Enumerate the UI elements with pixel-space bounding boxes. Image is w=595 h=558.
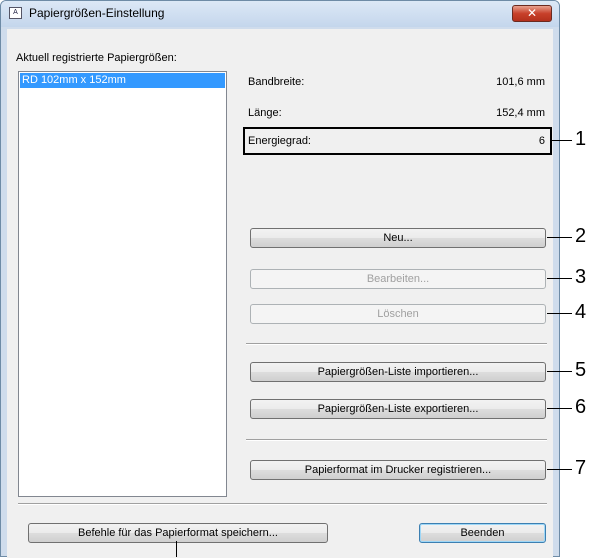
callout-line <box>547 313 572 314</box>
callout-line <box>547 278 572 279</box>
callout-line <box>547 371 572 372</box>
import-list-button[interactable]: Papiergrößen-Liste importieren... <box>250 362 546 382</box>
export-list-button[interactable]: Papiergrößen-Liste exportieren... <box>250 399 546 419</box>
callout-line <box>552 140 572 141</box>
app-icon: A <box>9 7 22 19</box>
tape-width-value: 101,6 mm <box>496 76 545 88</box>
list-item[interactable]: RD 102mm x 152mm <box>20 73 225 88</box>
delete-button[interactable]: Löschen <box>250 304 546 324</box>
length-label: Länge: <box>248 107 282 119</box>
title-bar: A Papiergrößen-Einstellung ✕ <box>1 1 559 27</box>
dialog-body: Aktuell registrierte Papiergrößen: RD 10… <box>7 29 553 558</box>
length-value: 152,4 mm <box>496 107 545 119</box>
close-button[interactable]: Beenden <box>419 523 546 543</box>
energy-level-value: 6 <box>538 135 545 147</box>
save-commands-button[interactable]: Befehle für das Papierformat speichern..… <box>28 523 328 543</box>
separator <box>18 503 547 505</box>
paper-size-list[interactable]: RD 102mm x 152mm <box>18 71 227 497</box>
dialog-window: A Papiergrößen-Einstellung ✕ Aktuell reg… <box>0 0 560 558</box>
new-button[interactable]: Neu... <box>250 228 546 248</box>
close-window-button[interactable]: ✕ <box>512 5 552 22</box>
separator <box>246 439 547 441</box>
callout-line <box>547 408 572 409</box>
callout-line <box>547 237 572 238</box>
callout-8-leader-line <box>176 541 177 557</box>
energy-level-label: Energiegrad: <box>248 135 311 147</box>
callout-1: 1 <box>575 128 587 150</box>
paper-size-list-label: Aktuell registrierte Papiergrößen: <box>16 52 177 64</box>
callout-line <box>547 469 572 470</box>
edit-button[interactable]: Bearbeiten... <box>250 269 546 289</box>
callout-5: 5 <box>575 359 587 381</box>
callout-3: 3 <box>575 266 587 288</box>
callout-4: 4 <box>575 301 587 323</box>
callout-7: 7 <box>575 457 587 479</box>
tape-width-label: Bandbreite: <box>248 76 305 88</box>
window-title: Papiergrößen-Einstellung <box>29 6 165 20</box>
callout-6: 6 <box>575 396 587 418</box>
separator <box>246 343 547 345</box>
register-in-printer-button[interactable]: Papierformat im Drucker registrieren... <box>250 460 546 480</box>
callout-2: 2 <box>575 225 587 247</box>
